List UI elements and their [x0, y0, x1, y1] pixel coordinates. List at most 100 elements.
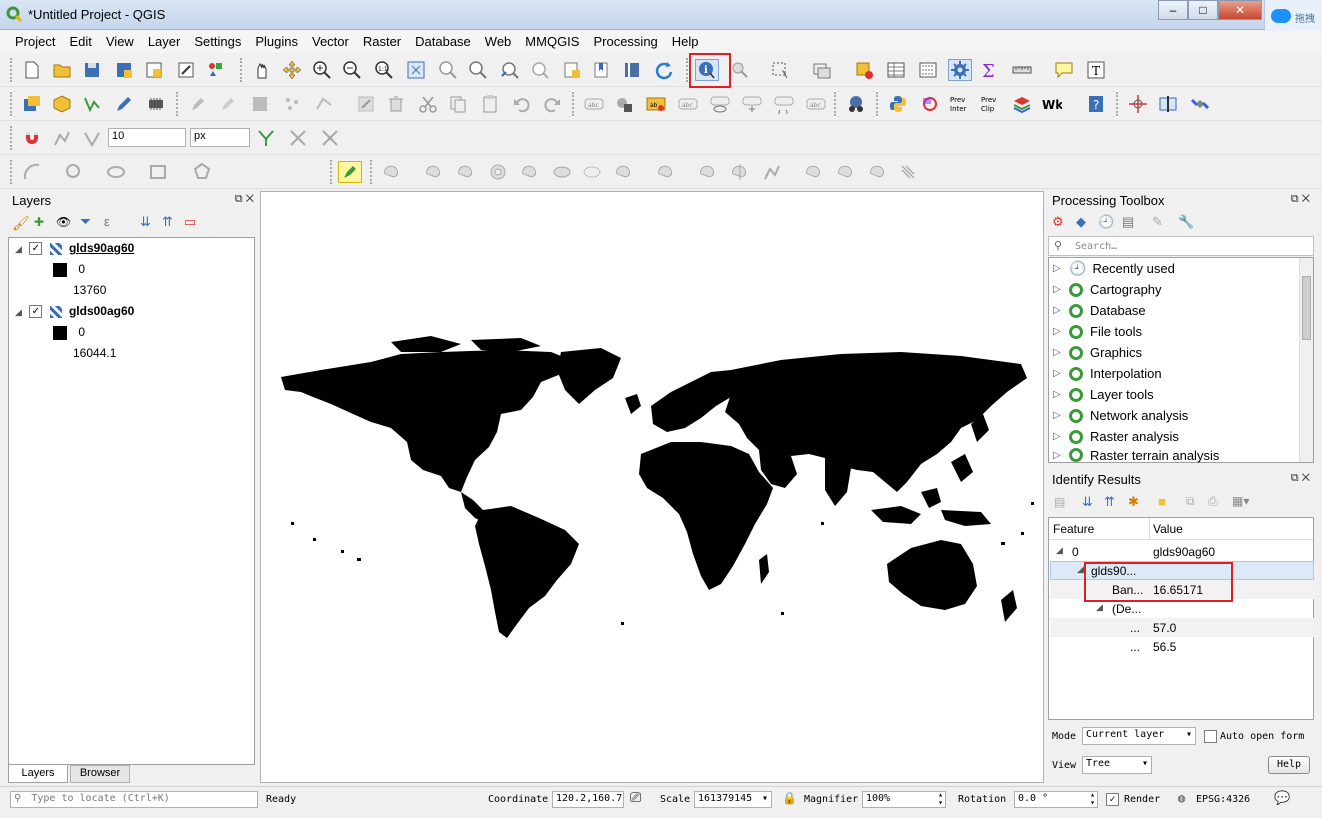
expand-arrow-icon[interactable]: ▷ — [1053, 389, 1069, 400]
toolbar-grip[interactable] — [10, 92, 14, 116]
toolbar-grip[interactable] — [370, 160, 374, 184]
toolbox-item-raster-analysis[interactable]: ▷ Raster analysis — [1053, 426, 1179, 447]
coordinate-input[interactable]: 120.2,160.7 — [552, 791, 624, 808]
menu-layer[interactable]: Layer — [141, 31, 188, 53]
deselect-features-button[interactable] — [852, 59, 876, 81]
add-vector-layer-button[interactable] — [80, 93, 104, 115]
collapse-tree-icon[interactable]: ⇈ — [1104, 494, 1115, 510]
merge-attributes-button[interactable] — [834, 161, 858, 183]
toolbox-item-interpolation[interactable]: ▷ Interpolation — [1053, 363, 1162, 384]
menu-processing[interactable]: Processing — [586, 31, 664, 53]
minimize-button[interactable]: – — [1158, 0, 1188, 20]
data-source-manager-button[interactable] — [20, 93, 44, 115]
zoom-full-button[interactable] — [404, 59, 428, 81]
cloud-extension[interactable]: 拖拽 — [1264, 0, 1322, 32]
mode-select[interactable]: Current layer ▾ — [1082, 727, 1196, 745]
layout-manager-button[interactable] — [174, 59, 198, 81]
self-snapping-button[interactable] — [318, 127, 342, 149]
snapping-button[interactable] — [20, 127, 44, 149]
text-annotation-button[interactable]: T — [1084, 59, 1108, 81]
snapping-unit-select[interactable]: px — [190, 128, 250, 147]
snapping-intersection-button[interactable] — [286, 127, 310, 149]
vertex-tool-button[interactable] — [312, 93, 336, 115]
lock-scale-icon[interactable]: 🔒 — [782, 791, 797, 805]
measure-line-button[interactable] — [1010, 59, 1034, 81]
identify-settings-icon[interactable]: ▦▾ — [1232, 494, 1249, 508]
rotate-label-button[interactable] — [772, 93, 796, 115]
toolbox-item-database[interactable]: ▷ Database — [1053, 300, 1146, 321]
locator-search-input[interactable]: ⚲ Type to locate (Ctrl+K) — [10, 791, 258, 808]
toggle-extents-icon[interactable]: ⎚ — [630, 790, 641, 806]
select-features-button[interactable] — [768, 59, 792, 81]
new-bookmark-button[interactable] — [560, 59, 584, 81]
column-feature[interactable]: Feature — [1053, 522, 1094, 536]
split-parts-button[interactable] — [760, 161, 784, 183]
copy-feature-icon[interactable]: ⧉ — [1186, 494, 1195, 509]
plugin-circle-button[interactable] — [918, 93, 942, 115]
remove-layer-icon[interactable]: ▭ — [184, 214, 196, 230]
spin-arrows-icon[interactable]: ▴ ▾ — [938, 791, 943, 807]
digitizing-plugin-button[interactable] — [338, 161, 362, 183]
map-tips-button[interactable] — [1052, 59, 1076, 81]
menu-edit[interactable]: Edit — [62, 31, 98, 53]
layer-name[interactable]: glds90ag60 — [69, 241, 134, 255]
rotation-spinbox[interactable]: 0.0 ° ▴ ▾ — [1014, 791, 1098, 808]
toolbar-grip[interactable] — [834, 92, 838, 116]
view-select[interactable]: Tree ▾ — [1082, 756, 1152, 774]
crs-label[interactable]: EPSG:4326 — [1196, 794, 1250, 805]
tab-layers[interactable]: Layers — [8, 765, 68, 783]
georeferencer-button[interactable] — [844, 93, 868, 115]
zoom-to-selection-button[interactable] — [436, 59, 460, 81]
processing-scrollbar[interactable] — [1299, 258, 1313, 462]
add-regular-polygon-button[interactable] — [190, 161, 214, 183]
delete-selected-button[interactable] — [384, 93, 408, 115]
menu-view[interactable]: View — [99, 31, 141, 53]
change-label-button[interactable]: abc — [804, 93, 828, 115]
edit-in-place-icon[interactable]: ✎ — [1152, 214, 1163, 230]
results-icon[interactable]: ▤ — [1122, 214, 1134, 230]
zoom-next-button[interactable] — [528, 59, 552, 81]
layer-diagram-button[interactable] — [612, 93, 636, 115]
python-console-button[interactable] — [886, 93, 910, 115]
style-paint-icon[interactable]: 🖌 — [12, 215, 30, 232]
new-geopackage-layer-button[interactable] — [50, 93, 74, 115]
options-wrench-icon[interactable]: 🔧 — [1178, 214, 1194, 230]
menu-raster[interactable]: Raster — [356, 31, 408, 53]
zoom-out-button[interactable] — [340, 59, 364, 81]
toolbox-item-cartography[interactable]: ▷ Cartography — [1053, 279, 1162, 300]
expand-arrow-icon[interactable]: ▷ — [1053, 368, 1069, 379]
menu-web[interactable]: Web — [478, 31, 519, 53]
layer-visibility-checkbox[interactable]: ✓ — [29, 242, 43, 256]
split-features-button[interactable] — [728, 161, 752, 183]
fill-ring-button[interactable] — [550, 161, 574, 183]
layer-item[interactable]: ◢ ✓ glds90ag60 — [15, 241, 134, 259]
preview-inter-button[interactable]: Prev Inter — [948, 93, 972, 115]
toolbar-grip[interactable] — [876, 92, 880, 116]
identify-results-controls[interactable]: ⧉ ✕ — [1291, 472, 1310, 485]
simplify-feature-button[interactable] — [454, 161, 478, 183]
refresh-button[interactable] — [652, 59, 676, 81]
filter-icon[interactable]: ⏷ — [80, 213, 91, 230]
save-layer-edits-button[interactable] — [248, 93, 272, 115]
snapping-tolerance-input[interactable]: 10 — [108, 128, 186, 147]
delete-ring-button[interactable] — [580, 161, 604, 183]
modify-attributes-button[interactable] — [354, 93, 378, 115]
column-divider[interactable] — [1149, 518, 1150, 540]
expand-arrow-icon[interactable]: ▷ — [1053, 305, 1069, 316]
add-feature-button[interactable] — [280, 93, 304, 115]
expand-new-results-icon[interactable]: ✱ — [1128, 494, 1139, 510]
eye-icon[interactable]: 👁 — [56, 215, 71, 229]
menu-plugins[interactable]: Plugins — [248, 31, 305, 53]
toolbox-item-recently-used[interactable]: ▷ 🕘 Recently used — [1053, 258, 1175, 279]
zoom-in-button[interactable] — [310, 59, 334, 81]
auto-open-form-checkbox[interactable] — [1204, 730, 1217, 743]
expand-arrow-icon[interactable]: ▷ — [1053, 263, 1069, 274]
toolbar-grip[interactable] — [1116, 92, 1120, 116]
print-icon[interactable]: ⎙ — [1208, 494, 1218, 509]
toolbar-grip[interactable] — [572, 92, 576, 116]
preview-clip-button[interactable]: Prev Clip — [978, 93, 1002, 115]
gps-tools-button[interactable] — [1188, 93, 1212, 115]
move-label-button[interactable] — [740, 93, 764, 115]
toolbox-item-network-analysis[interactable]: ▷ Network analysis — [1053, 405, 1188, 426]
collapse-arrow-icon[interactable]: ◢ — [1077, 564, 1084, 575]
